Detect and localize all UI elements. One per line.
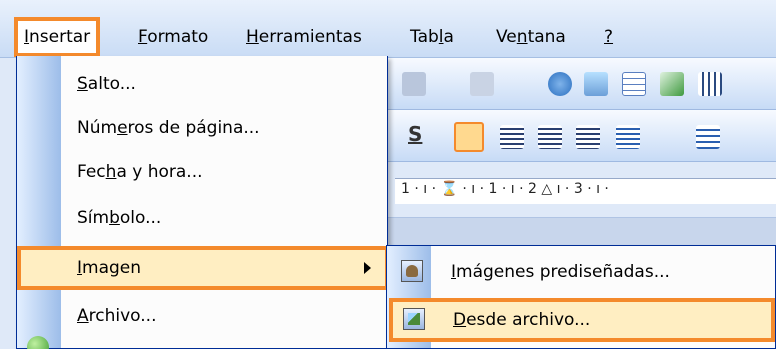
table-icon[interactable] xyxy=(622,72,646,96)
dropdown-item-salto[interactable]: Salto... xyxy=(61,62,136,106)
menu-formato-key: F xyxy=(138,27,148,47)
menu-ventana[interactable]: Ventana xyxy=(490,17,572,57)
archivo-post: rchivo... xyxy=(88,306,157,326)
menu-insertar[interactable]: Insertar xyxy=(14,17,101,57)
line-spacing-icon[interactable] xyxy=(616,125,640,149)
menu-tabla-pre: Tab xyxy=(410,27,439,47)
undo-icon[interactable] xyxy=(402,72,426,96)
archivo-key: A xyxy=(77,306,89,326)
menu-ventana-post: tana xyxy=(527,27,566,47)
clipart-icon xyxy=(401,260,423,282)
align-right-icon[interactable] xyxy=(538,125,562,149)
columns-icon[interactable] xyxy=(698,72,722,96)
dropdown-item-numeros-de-pagina[interactable]: Números de página... xyxy=(61,106,260,150)
simbolo-post: olo... xyxy=(119,208,162,228)
menu-herramientas-key: H xyxy=(246,27,259,47)
numbering-icon[interactable] xyxy=(696,125,720,149)
numeros-key: e xyxy=(117,118,128,138)
menu-ventana-key: n xyxy=(516,27,528,47)
menu-herramientas-post: erramientas xyxy=(258,27,362,47)
ruler-ticks: 1 · ı · ⌛ · ı · 1 · ı · 2 △ ı · 3 · ı · xyxy=(401,181,609,197)
menu-tabla-post: a xyxy=(443,27,454,47)
menu-herramientas[interactable]: Herramientas xyxy=(240,17,368,57)
desde-key: D xyxy=(453,310,467,330)
clipart-post: mágenes prediseñadas... xyxy=(456,262,670,282)
picture-from-file-icon xyxy=(403,308,425,330)
menu-ventana-pre: Ve xyxy=(496,27,517,47)
submenu-item-desde-archivo[interactable]: Desde archivo... xyxy=(389,298,775,342)
fecha-pre: Fec xyxy=(77,162,106,182)
fecha-key: h xyxy=(105,162,117,182)
drawing-icon[interactable] xyxy=(584,72,608,96)
justify-icon[interactable] xyxy=(576,125,600,149)
salto-key: S xyxy=(77,74,88,94)
numeros-pre: Núm xyxy=(77,118,118,138)
hyperlink-icon[interactable] xyxy=(548,72,572,96)
dropdown-item-imagen[interactable]: Imagen xyxy=(17,246,389,290)
ruler-scale: 1 · ı · ⌛ · ı · 1 · ı · 2 △ ı · 3 · ı · xyxy=(395,178,776,204)
desde-post: esde archivo... xyxy=(466,310,591,330)
dropdown-gutter xyxy=(17,56,61,348)
dropdown-item-fecha-y-hora[interactable]: Fecha y hora... xyxy=(61,150,203,194)
imagen-submenu: Imágenes prediseñadas... Desde archivo..… xyxy=(386,245,776,349)
submenu-item-imagenes-prediseñadas[interactable]: Imágenes prediseñadas... xyxy=(387,250,775,294)
simbolo-key: b xyxy=(109,208,120,228)
fecha-post: a y hora... xyxy=(116,162,203,182)
salto-post: alto... xyxy=(87,74,136,94)
dropdown-item-simbolo[interactable]: Símbolo... xyxy=(61,196,161,240)
insertar-dropdown: Salto... Números de página... Fecha y ho… xyxy=(16,56,389,349)
dropdown-item-archivo[interactable]: Archivo... xyxy=(61,294,156,338)
menu-formato-post: ormato xyxy=(147,27,209,47)
menu-ayuda[interactable]: ? xyxy=(598,17,619,57)
menu-bar: Insertar Formato Herramientas Tabla Vent… xyxy=(0,0,776,58)
numeros-post: ros de página... xyxy=(127,118,260,138)
menu-tabla[interactable]: Tabla xyxy=(404,17,460,57)
underline-button[interactable]: S xyxy=(408,122,422,146)
align-center-icon[interactable] xyxy=(500,125,524,149)
menu-formato[interactable]: Formato xyxy=(132,17,214,57)
menu-insertar-post: nsertar xyxy=(29,27,91,47)
excel-icon[interactable] xyxy=(660,72,684,96)
imagen-post: magen xyxy=(82,258,142,278)
simbolo-pre: Sím xyxy=(77,208,110,228)
align-left-icon[interactable] xyxy=(454,122,484,152)
submenu-arrow-icon xyxy=(364,262,371,274)
menu-ayuda-key: ? xyxy=(604,27,614,47)
redo-icon[interactable] xyxy=(470,72,494,96)
